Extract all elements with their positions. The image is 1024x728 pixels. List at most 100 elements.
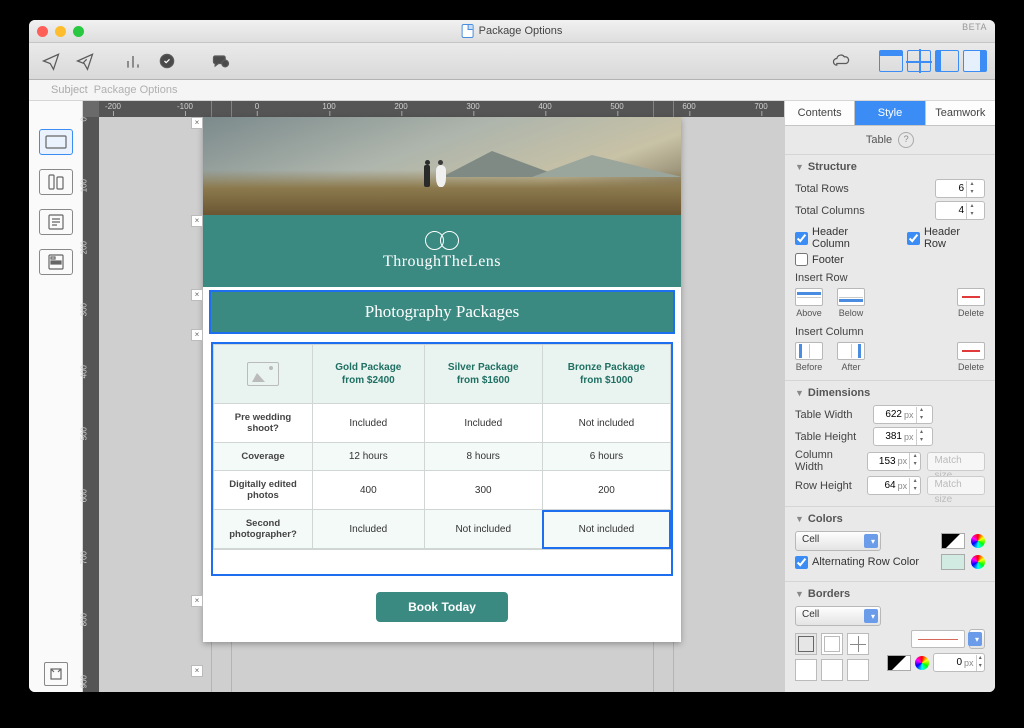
match-width-button[interactable]: Match size	[927, 452, 985, 471]
section-borders[interactable]: Borders	[808, 588, 850, 600]
block-handle[interactable]	[191, 215, 203, 227]
table-cell[interactable]: Included	[424, 404, 542, 443]
table-cell[interactable]: Included	[313, 404, 425, 443]
total-columns-stepper[interactable]: ▴▾	[935, 201, 985, 220]
email-page[interactable]: ThroughTheLens Photography Packages Gold	[203, 117, 681, 642]
border-color-swatch[interactable]	[887, 655, 911, 671]
device-source[interactable]	[39, 249, 73, 275]
insert-row-label: Insert Row	[795, 272, 985, 284]
table-cell[interactable]: 8 hours	[424, 443, 542, 471]
brand-bar[interactable]: ThroughTheLens	[203, 215, 681, 287]
table-row-header[interactable]: Pre wedding shoot?	[214, 404, 313, 443]
table-row-header[interactable]: Digitally edited photos	[214, 471, 313, 510]
table-cell[interactable]: Not included	[542, 510, 670, 549]
zoom-window-button[interactable]	[73, 26, 84, 37]
border-bottom-button[interactable]	[847, 659, 869, 681]
table-width-stepper[interactable]: px▴▾	[873, 405, 933, 424]
chat-button[interactable]	[207, 49, 235, 73]
table-header-col[interactable]: Gold Packagefrom $2400	[313, 345, 425, 404]
minimize-window-button[interactable]	[55, 26, 66, 37]
brand-name: ThroughTheLens	[383, 253, 501, 271]
section-dimensions[interactable]: Dimensions	[808, 387, 870, 399]
help-button[interactable]: ?	[898, 132, 914, 148]
packages-table-block[interactable]: Gold Packagefrom $2400 Silver Packagefro…	[211, 342, 673, 576]
block-handle[interactable]	[191, 595, 203, 607]
send-button[interactable]	[71, 49, 99, 73]
table-cell[interactable]: 400	[313, 471, 425, 510]
cta-button[interactable]: Book Today	[376, 592, 508, 622]
alt-color-picker-button[interactable]	[971, 555, 985, 569]
table-row-header[interactable]: Second photographer?	[214, 510, 313, 549]
insert-col-after-button[interactable]: After	[837, 342, 865, 372]
insert-row-above-button[interactable]: Above	[795, 288, 823, 318]
table-cell[interactable]: 300	[424, 471, 542, 510]
border-scope-select[interactable]: Cell	[795, 606, 881, 626]
border-style-select[interactable]	[911, 630, 965, 648]
delete-row-button[interactable]: Delete	[957, 288, 985, 318]
table-cell[interactable]: Not included	[542, 404, 670, 443]
table-header-col[interactable]: Bronze Packagefrom $1000	[542, 345, 670, 404]
border-inner-button[interactable]	[847, 633, 869, 655]
alt-row-color-swatch[interactable]	[941, 554, 965, 570]
insert-row-below-button[interactable]: Below	[837, 288, 865, 318]
layout-top-toggle[interactable]	[879, 50, 903, 72]
insert-col-before-button[interactable]: Before	[795, 342, 823, 372]
cell-color-swatch[interactable]	[941, 533, 965, 549]
border-top-button[interactable]	[795, 659, 817, 681]
cloud-sync-button[interactable]	[827, 49, 855, 73]
subject-value[interactable]: Package Options	[94, 84, 178, 96]
border-width-stepper[interactable]: px▴▾	[933, 653, 985, 672]
close-window-button[interactable]	[37, 26, 48, 37]
tab-style[interactable]: Style	[855, 101, 925, 125]
zoom-fit-button[interactable]	[44, 662, 68, 686]
tab-teamwork[interactable]: Teamwork	[926, 101, 995, 125]
device-text[interactable]	[39, 209, 73, 235]
total-rows-stepper[interactable]: ▴▾	[935, 179, 985, 198]
layout-guides-toggle[interactable]	[907, 50, 931, 72]
header-row-checkbox[interactable]: Header Row	[907, 226, 985, 250]
block-handle[interactable]	[191, 329, 203, 341]
table-cell[interactable]: Included	[313, 510, 425, 549]
border-mid-button[interactable]	[821, 659, 843, 681]
device-mobile[interactable]	[39, 169, 73, 195]
color-picker-button[interactable]	[971, 534, 985, 548]
send-test-button[interactable]	[37, 49, 65, 73]
table-cell[interactable]: Not included	[424, 510, 542, 549]
color-scope-select[interactable]: Cell	[795, 531, 881, 551]
match-height-button[interactable]: Match size	[927, 476, 985, 495]
table-header-image[interactable]	[214, 345, 313, 404]
table-cell[interactable]: 6 hours	[542, 443, 670, 471]
border-outline-button[interactable]	[821, 633, 843, 655]
analytics-button[interactable]	[119, 49, 147, 73]
block-handle[interactable]	[191, 117, 203, 129]
border-style-menu[interactable]	[969, 629, 985, 649]
delete-col-button[interactable]: Delete	[957, 342, 985, 372]
layout-left-toggle[interactable]	[935, 50, 959, 72]
table-cell[interactable]: 200	[542, 471, 670, 510]
table-header-col[interactable]: Silver Packagefrom $1600	[424, 345, 542, 404]
table-cell[interactable]: 12 hours	[313, 443, 425, 471]
canvas[interactable]: -200-1000100200300400500600700 010020030…	[83, 101, 784, 692]
tab-contents[interactable]: Contents	[785, 101, 855, 125]
cta-block[interactable]: Book Today	[203, 576, 681, 642]
table-row-header[interactable]: Coverage	[214, 443, 313, 471]
section-colors[interactable]: Colors	[808, 513, 843, 525]
layout-inspector-toggle[interactable]	[963, 50, 987, 72]
block-handle[interactable]	[191, 665, 203, 677]
insert-column-label: Insert Column	[795, 326, 985, 338]
row-height-stepper[interactable]: px▴▾	[867, 476, 922, 495]
heading-block[interactable]: Photography Packages	[209, 290, 675, 334]
border-color-picker[interactable]	[915, 656, 929, 670]
footer-checkbox[interactable]: Footer	[795, 253, 844, 266]
column-width-stepper[interactable]: px▴▾	[867, 452, 922, 471]
alt-row-color-checkbox[interactable]: Alternating Row Color	[795, 556, 919, 569]
hero-image[interactable]	[203, 117, 681, 215]
table-height-stepper[interactable]: px▴▾	[873, 427, 933, 446]
checklist-button[interactable]	[153, 49, 181, 73]
block-handle[interactable]	[191, 289, 203, 301]
section-structure[interactable]: Structure	[808, 161, 857, 173]
table-footer-row[interactable]	[213, 549, 671, 574]
header-column-checkbox[interactable]: Header Column	[795, 226, 889, 250]
device-desktop[interactable]	[39, 129, 73, 155]
border-all-button[interactable]	[795, 633, 817, 655]
